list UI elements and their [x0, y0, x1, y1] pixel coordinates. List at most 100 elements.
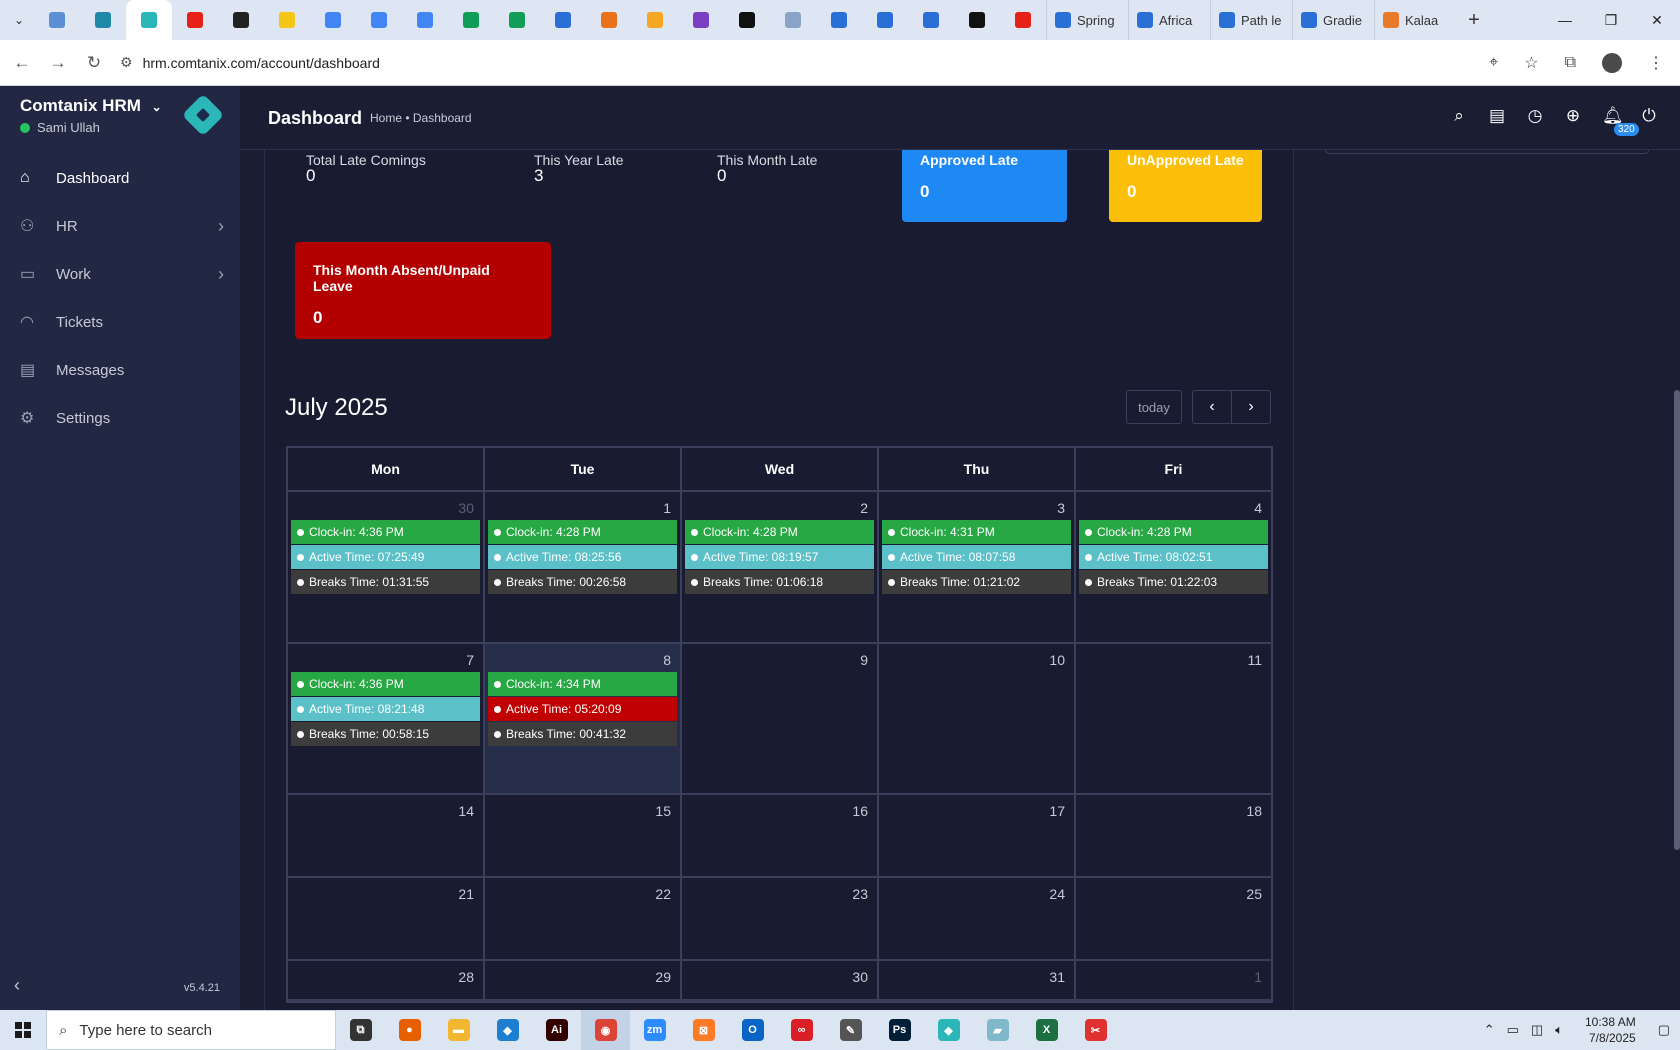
day-number[interactable]: 24 — [882, 882, 1071, 906]
day-number[interactable]: 9 — [685, 648, 874, 672]
location-icon[interactable]: ⌖ — [1489, 54, 1498, 72]
calendar-event[interactable]: Clock-in: 4:36 PM — [291, 672, 480, 696]
browser-tab[interactable] — [1000, 0, 1046, 40]
browser-tab[interactable] — [172, 0, 218, 40]
day-number[interactable]: 29 — [488, 965, 677, 989]
unapproved-late-card[interactable]: UnApproved Late 0 — [1109, 150, 1262, 222]
calendar-event[interactable]: Breaks Time: 01:06:18 — [685, 570, 874, 594]
calendar-day-cell[interactable]: 1 Clock-in: 4:28 PM Active Time: 08:25:56 B… — [485, 492, 682, 642]
browser-menu-icon[interactable]: ⋮ — [1648, 53, 1664, 73]
calendar-day-cell[interactable]: 4 Clock-in: 4:28 PM Active Time: 08:02:51 B… — [1076, 492, 1271, 642]
day-number[interactable]: 25 — [1079, 882, 1268, 906]
site-info-icon[interactable]: ⚙ — [120, 54, 133, 71]
browser-tab[interactable] — [816, 0, 862, 40]
day-number[interactable]: 18 — [1079, 799, 1268, 823]
browser-tab[interactable] — [494, 0, 540, 40]
browser-tab[interactable] — [356, 0, 402, 40]
taskbar-app[interactable]: ◆ — [924, 1010, 973, 1050]
browser-tab[interactable] — [908, 0, 954, 40]
browser-tab[interactable] — [586, 0, 632, 40]
calendar-day-cell[interactable]: 30 — [682, 961, 879, 999]
calendar-day-cell[interactable]: 8 Clock-in: 4:34 PM Active Time: 05:20:09 B… — [485, 644, 682, 793]
day-number[interactable]: 1 — [488, 496, 677, 520]
taskbar-app[interactable]: X — [1022, 1010, 1071, 1050]
calendar-event[interactable]: Clock-in: 4:34 PM — [488, 672, 677, 696]
day-number[interactable]: 3 — [882, 496, 1071, 520]
reload-icon[interactable]: ↻ — [76, 53, 112, 73]
calendar-event[interactable]: Clock-in: 4:31 PM — [882, 520, 1071, 544]
browser-tab[interactable] — [126, 0, 172, 40]
day-number[interactable]: 10 — [882, 648, 1071, 672]
calendar-day-cell[interactable]: 22 — [485, 878, 682, 959]
forward-icon[interactable]: → — [40, 53, 76, 73]
taskbar-app[interactable]: ◆ — [483, 1010, 532, 1050]
prev-month-button[interactable]: ‹ — [1192, 390, 1232, 424]
calendar-event[interactable]: Clock-in: 4:36 PM — [291, 520, 480, 544]
calendar-event[interactable]: Breaks Time: 01:21:02 — [882, 570, 1071, 594]
calendar-day-cell[interactable]: 11 — [1076, 644, 1271, 793]
calendar-day-cell[interactable]: 21 — [288, 878, 485, 959]
calendar-day-cell[interactable]: 17 — [879, 795, 1076, 876]
back-icon[interactable]: ← — [4, 53, 40, 73]
taskbar-app[interactable]: zm — [630, 1010, 679, 1050]
calendar-day-cell[interactable]: 16 — [682, 795, 879, 876]
bell-icon[interactable]: 🔔︎320 — [1602, 106, 1639, 146]
bookmark-star-icon[interactable]: ☆ — [1524, 53, 1538, 73]
scrollbar-thumb[interactable] — [1674, 390, 1680, 850]
new-tab-button[interactable]: + — [1456, 9, 1492, 32]
calendar-day-cell[interactable]: 24 — [879, 878, 1076, 959]
next-month-button[interactable]: › — [1231, 390, 1271, 424]
minimize-icon[interactable]: — — [1542, 0, 1588, 40]
browser-tab[interactable] — [402, 0, 448, 40]
calendar-event[interactable]: Breaks Time: 01:31:55 — [291, 570, 480, 594]
taskbar-search[interactable]: ⌕ Type here to search — [46, 1010, 336, 1050]
calendar-event[interactable]: Active Time: 08:07:58 — [882, 545, 1071, 569]
day-number[interactable]: 23 — [685, 882, 874, 906]
sticky-note-icon[interactable]: ▤ — [1488, 106, 1506, 146]
day-number[interactable]: 15 — [488, 799, 677, 823]
day-number[interactable]: 16 — [685, 799, 874, 823]
sidebar-item-messages[interactable]: ▤ Messages — [0, 346, 240, 394]
day-number[interactable]: 30 — [685, 965, 874, 989]
browser-tab[interactable] — [678, 0, 724, 40]
calendar-day-cell[interactable]: 25 — [1076, 878, 1271, 959]
browser-tab[interactable]: Gradie — [1292, 0, 1374, 40]
calendar-event[interactable]: Active Time: 08:21:48 — [291, 697, 480, 721]
calendar-event[interactable]: Active Time: 05:20:09 — [488, 697, 677, 721]
calendar-day-cell[interactable]: 7 Clock-in: 4:36 PM Active Time: 08:21:48 B… — [288, 644, 485, 793]
clock-icon[interactable]: ◷ — [1526, 106, 1544, 146]
browser-tab[interactable] — [310, 0, 356, 40]
absent-unpaid-leave-card[interactable]: This Month Absent/Unpaid Leave 0 — [295, 242, 551, 339]
browser-tab[interactable] — [770, 0, 816, 40]
taskbar-app[interactable]: ▰ — [973, 1010, 1022, 1050]
browser-tab[interactable]: Path le — [1210, 0, 1292, 40]
taskbar-app[interactable]: ∞ — [777, 1010, 826, 1050]
calendar-day-cell[interactable]: 14 — [288, 795, 485, 876]
tab-search-icon[interactable]: ⌄ — [8, 9, 30, 31]
browser-tab[interactable] — [724, 0, 770, 40]
taskbar-app[interactable]: ⊠ — [679, 1010, 728, 1050]
day-number[interactable]: 30 — [291, 496, 480, 520]
day-number[interactable]: 11 — [1079, 648, 1268, 672]
start-button[interactable] — [0, 1010, 46, 1050]
taskbar-app[interactable]: ⧉ — [336, 1010, 385, 1050]
approved-late-card[interactable]: Approved Late 0 — [902, 150, 1067, 222]
calendar-event[interactable]: Clock-in: 4:28 PM — [1079, 520, 1268, 544]
taskbar-app[interactable]: ✎ — [826, 1010, 875, 1050]
profile-avatar[interactable] — [1602, 53, 1622, 73]
calendar-day-cell[interactable]: 2 Clock-in: 4:28 PM Active Time: 08:19:57 B… — [682, 492, 879, 642]
calendar-day-cell[interactable]: 18 — [1076, 795, 1271, 876]
sidebar-item-hr[interactable]: ⚇ HR › — [0, 202, 240, 250]
browser-tab[interactable] — [218, 0, 264, 40]
day-number[interactable]: 22 — [488, 882, 677, 906]
day-number[interactable]: 4 — [1079, 496, 1268, 520]
browser-tab[interactable]: Spring — [1046, 0, 1128, 40]
calendar-day-cell[interactable]: 31 — [879, 961, 1076, 999]
calendar-event[interactable]: Breaks Time: 00:58:15 — [291, 722, 480, 746]
calendar-day-cell[interactable]: 29 — [485, 961, 682, 999]
day-number[interactable]: 2 — [685, 496, 874, 520]
taskbar-app[interactable]: ✂ — [1071, 1010, 1120, 1050]
day-number[interactable]: 17 — [882, 799, 1071, 823]
wifi-icon[interactable]: ◫ — [1531, 1022, 1543, 1038]
calendar-day-cell[interactable]: 9 — [682, 644, 879, 793]
